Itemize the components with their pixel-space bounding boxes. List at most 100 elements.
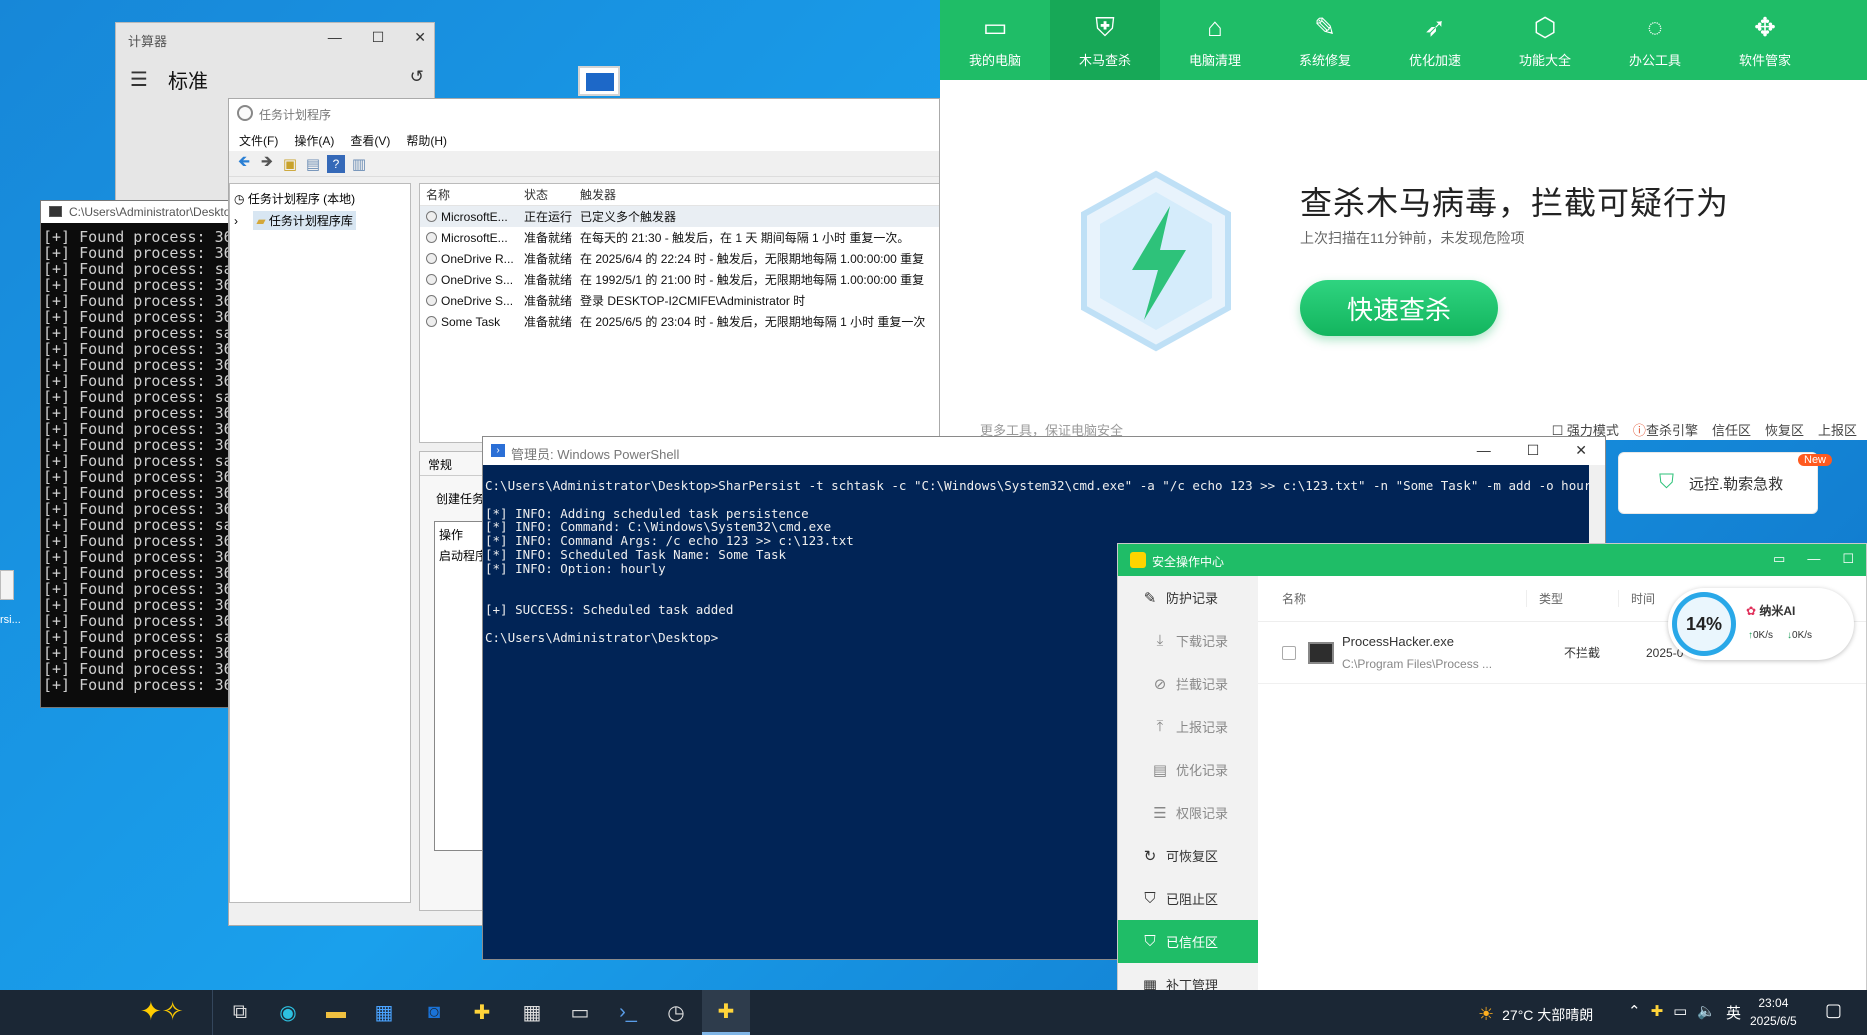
hamburger-menu-icon[interactable]: ☰ — [130, 67, 148, 92]
edge-browser-icon[interactable]: ◉ — [264, 990, 312, 1035]
desktop-file-icon[interactable] — [0, 570, 14, 600]
trust-zone-link[interactable]: 信任区 — [1712, 420, 1751, 439]
folder-icon: ▰ — [256, 214, 269, 228]
task-view-icon[interactable]: ⧉ — [216, 990, 264, 1035]
column-status[interactable]: 状态 — [518, 186, 576, 203]
report-zone-link[interactable]: 上报区 — [1818, 420, 1857, 439]
chevron-up-icon[interactable]: ⌃ — [1628, 1002, 1641, 1023]
sidebar-item-3[interactable]: ⤒ 上报记录 — [1118, 705, 1258, 748]
sidebar-item-label: 下载记录 — [1176, 634, 1229, 649]
clock[interactable]: 23:04 2025/6/5 — [1750, 994, 1797, 1030]
scan-engine-link[interactable]: ⓘ查杀引擎 — [1633, 420, 1698, 439]
menu-file[interactable]: 文件(F) — [239, 132, 278, 151]
sidebar-item-5[interactable]: ☰ 权限记录 — [1118, 791, 1258, 834]
security-center-taskbar-icon[interactable]: ✚ — [702, 990, 750, 1035]
outlook-icon[interactable]: ◙ — [410, 990, 458, 1035]
task-row[interactable]: MicrosoftE... 准备就绪 在每天的 21:30 - 触发后，在 1 天 … — [420, 227, 939, 248]
nav-item-cube[interactable]: ⬡ 功能大全 — [1490, 0, 1600, 80]
nav-item-wrench[interactable]: ✎ 系统修复 — [1270, 0, 1380, 80]
console-taskbar-icon[interactable]: ▭ — [556, 990, 604, 1035]
maximize-icon[interactable]: ☐ — [372, 29, 385, 46]
security-360-taskbar-icon[interactable]: ✚ — [458, 990, 506, 1035]
sidebar-item-4[interactable]: ▤ 优化记录 — [1118, 748, 1258, 791]
column-name[interactable]: 名称 — [1258, 590, 1526, 607]
network-icon[interactable]: ▭ — [1673, 1002, 1687, 1023]
column-type[interactable]: 类型 — [1526, 590, 1618, 607]
console-window[interactable]: C:\Users\Administrator\Desktop [+] Found… — [40, 200, 250, 708]
column-name[interactable]: 名称 — [420, 186, 518, 203]
console-line: [+] Found process: safesvr — [43, 260, 249, 278]
task-row[interactable]: Some Task 准备就绪在 2025/6/5 的 23:04 时 - 触发后，… — [420, 311, 939, 332]
security-360-window[interactable]: ▭ 我的电脑 ⛨ 木马查杀 ⌂ 电脑清理 ✎ 系统修复 ➶ 优化加速 ⬡ 功能大全 ◌ 办公工具 ✥ 软件管家… — [940, 0, 1867, 514]
speed-widget[interactable]: 14% ✿ 纳米AI ↑0K/s ↓0K/s — [1668, 588, 1854, 660]
nav-item-rocket[interactable]: ➶ 优化加速 — [1380, 0, 1490, 80]
powershell-taskbar-icon[interactable]: ›_ — [604, 990, 652, 1035]
minimize-icon[interactable]: — — [1807, 551, 1820, 567]
column-trigger[interactable]: 触发器 — [576, 186, 939, 203]
sidebar-item-6[interactable]: ↻ 可恢复区 — [1118, 834, 1258, 877]
volume-icon[interactable]: 🔈 — [1697, 1002, 1716, 1023]
weather-widget[interactable]: ☀ 27°C 大部晴朗 — [1478, 1004, 1593, 1025]
maximize-icon[interactable]: ☐ — [1527, 442, 1540, 459]
copilot-sparkle-icon[interactable]: ✦✧ — [140, 996, 184, 1027]
minimize-icon[interactable]: — — [1477, 442, 1491, 459]
show-hide-tree-icon[interactable]: ▤ — [304, 155, 322, 173]
restore-zone-link[interactable]: 恢复区 — [1765, 420, 1804, 439]
close-icon[interactable]: ✕ — [1575, 442, 1587, 459]
tree-library[interactable]: ▰ 任务计划程序库 — [253, 211, 356, 230]
feedback-icon[interactable]: ▭ — [1773, 551, 1785, 567]
row-checkbox[interactable] — [1282, 645, 1296, 660]
task-row[interactable]: OneDrive S... 准备就绪在 1992/5/1 的 21:00 时 - … — [420, 269, 939, 290]
task-row[interactable]: MicrosoftE... 正在运行 已定义多个触发器 — [420, 206, 939, 227]
security-tray-icon[interactable]: ✚ — [1651, 1002, 1664, 1023]
history-icon[interactable]: ↺ — [410, 67, 424, 87]
sidebar-item-7[interactable]: ⛉ 已阻止区 — [1118, 877, 1258, 920]
ime-indicator[interactable]: 英 — [1726, 1002, 1741, 1023]
sidebar-item-9[interactable]: ▦ 补丁管理 — [1118, 963, 1258, 991]
forward-arrow-icon[interactable]: 🡺 — [258, 153, 276, 173]
sidebar-item-2[interactable]: ⊘ 拦截记录 — [1118, 662, 1258, 705]
security-center-title: 安全操作中心 — [1152, 555, 1225, 569]
task-scheduler-taskbar-icon[interactable]: ◷ — [652, 990, 700, 1035]
menu-action[interactable]: 操作(A) — [294, 132, 334, 151]
nav-item-monitor[interactable]: ▭ 我的电脑 — [940, 0, 1050, 80]
wrench-icon: ✎ — [1314, 12, 1336, 42]
nav-item-broom[interactable]: ⌂ 电脑清理 — [1160, 0, 1270, 80]
nav-label: 办公工具 — [1628, 53, 1681, 68]
minimize-icon[interactable]: — — [328, 29, 342, 46]
nav-item-shield-bolt[interactable]: ⛨ 木马查杀 — [1050, 0, 1160, 80]
memory-usage-ring[interactable]: 14% — [1672, 592, 1736, 656]
task-row[interactable]: OneDrive R... 准备就绪在 2025/6/4 的 22:24 时 - … — [420, 248, 939, 269]
help-icon[interactable]: ? — [327, 154, 345, 173]
sidebar-item-8[interactable]: ⛉ 已信任区 — [1118, 920, 1258, 963]
console-line: [+] Found process: 360Safe — [43, 244, 249, 262]
properties-icon[interactable]: ▥ — [350, 155, 368, 173]
tab-general[interactable]: 常规 — [428, 458, 452, 472]
column-time[interactable]: 时间 — [1618, 590, 1655, 607]
chevron-right-icon[interactable]: › — [234, 214, 241, 228]
calculator-taskbar-icon[interactable]: ▦ — [508, 990, 556, 1035]
tree-root[interactable]: ◷ 任务计划程序 (本地) — [234, 190, 406, 207]
sidebar-item-label: 优化记录 — [1176, 763, 1229, 778]
folder-up-icon[interactable]: ▣ — [281, 155, 299, 173]
nav-item-office[interactable]: ◌ 办公工具 — [1600, 0, 1710, 80]
quick-scan-button[interactable]: 快速查杀 — [1300, 280, 1498, 336]
sidebar-item-0[interactable]: ✎ 防护记录 — [1118, 576, 1258, 619]
sidebar-item-label: 拦截记录 — [1176, 677, 1229, 692]
notification-icon[interactable]: ▢ — [1825, 1000, 1842, 1021]
menu-help[interactable]: 帮助(H) — [406, 132, 447, 151]
console-line: [+] Found process: 360Safe — [43, 308, 249, 326]
file-explorer-icon[interactable]: ▬ — [312, 990, 360, 1035]
store-icon[interactable]: ▦ — [360, 990, 408, 1035]
menu-view[interactable]: 查看(V) — [350, 132, 390, 151]
back-arrow-icon[interactable]: 🡸 — [235, 153, 253, 173]
remote-ransom-rescue-button[interactable]: ⛉ 远控.勒索急救 — [1618, 452, 1818, 514]
sidebar-item-label: 补丁管理 — [1166, 978, 1219, 991]
ai-button[interactable]: ✿ 纳米AI — [1746, 602, 1795, 619]
sliders-icon: ☰ — [1153, 804, 1167, 822]
task-row[interactable]: OneDrive S... 准备就绪 登录 DESKTOP-I2CMIFE\Admi… — [420, 290, 939, 311]
sidebar-item-1[interactable]: ⤓ 下载记录 — [1118, 619, 1258, 662]
maximize-icon[interactable]: ☐ — [1842, 551, 1854, 567]
nav-item-apps[interactable]: ✥ 软件管家 — [1710, 0, 1820, 80]
close-icon[interactable]: ✕ — [414, 29, 426, 46]
